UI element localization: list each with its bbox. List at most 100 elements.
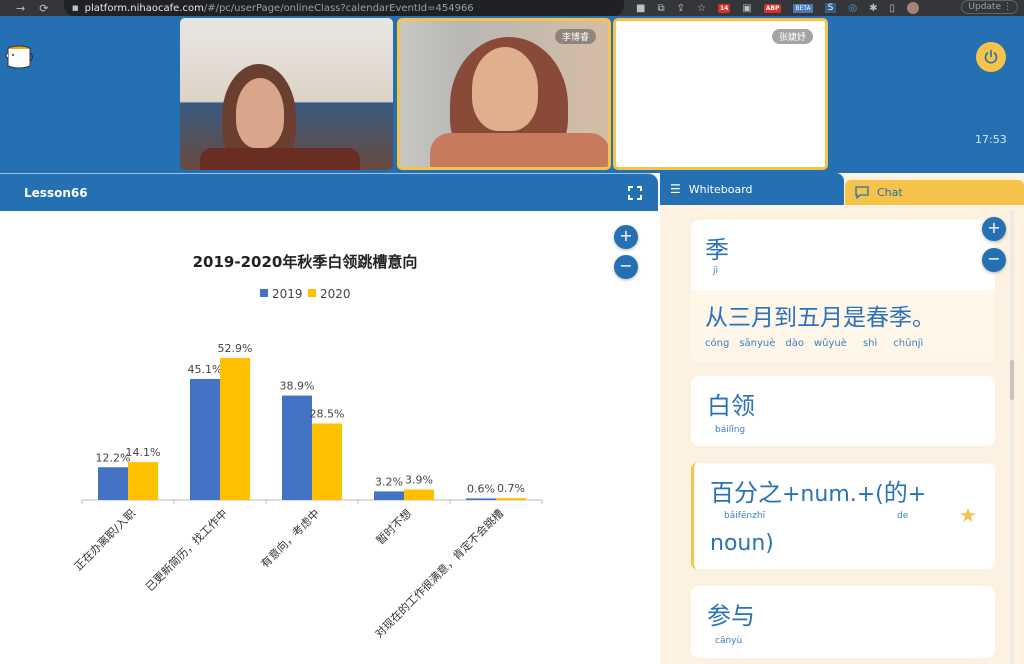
example-pinyin: sānyuè [739,338,776,349]
s-ext-icon[interactable]: S [824,3,837,13]
bar-2020 [128,462,158,500]
example-pinyin-row: cóng sānyuè dào wǔyuè shì chūnjì [705,338,923,349]
vocab-card[interactable]: 季 jì 从三月到五月是春季。 cóng sānyuè dào wǔyuè sh… [691,220,995,362]
puzzle-icon[interactable]: ✱ [869,3,877,14]
video-shoulders [430,133,608,167]
browser-toolbar: → ⟳ ■ platform.nihaocafe.com /#/pc/userP… [0,0,1024,16]
leave-class-button[interactable] [976,42,1006,72]
whiteboard-scrollbar[interactable] [1010,210,1014,664]
class-clock: 17:53 [975,133,1007,146]
grammar-pinyin: bǎifēnzhī [724,511,766,521]
bar-2020 [404,489,434,500]
slide-zoom-in-button[interactable]: + [614,225,638,249]
tab-chat[interactable]: Chat [845,180,1024,205]
translate-icon[interactable]: ⧉ [657,3,664,14]
vocab-word: 白领 [707,392,755,420]
x-tick-label: 暂时不想 [373,506,414,547]
data-label: 3.9% [405,474,433,487]
x-tick-label: 有意向，考虑中 [258,506,322,570]
fullscreen-icon[interactable] [628,186,642,200]
lesson-title: Lesson66 [24,186,88,200]
adblock-ext-icon[interactable]: ABP [763,3,782,13]
update-label: Update [968,2,1001,12]
menu-icon[interactable]: ⋮ [1003,1,1012,13]
address-bar[interactable]: ■ platform.nihaocafe.com /#/pc/userPage/… [64,0,624,16]
tab-whiteboard-label: Whiteboard [688,182,753,196]
whiteboard-panel: ☰ Whiteboard Chat 季 jì 从三月到五月是春季。 cóng s… [660,173,1024,664]
bar-2019 [98,467,128,500]
forward-icon[interactable]: → [16,2,25,15]
scrollbar-thumb[interactable] [1010,360,1014,400]
example-pinyin: shì [862,338,878,349]
profile-avatar[interactable] [906,2,919,14]
grammar-pinyin: de [897,511,909,521]
bar-2020 [312,423,342,500]
grammar-word: +num.+( [782,482,884,507]
slide-zoom-out-button[interactable]: − [614,255,638,279]
data-label: 52.9% [218,342,253,355]
star-icon[interactable]: ★ [959,503,977,527]
data-label: 3.2% [375,475,403,488]
classroom-topbar: 李博睿 张婕妤 17:53 [0,16,1024,173]
grammar-card[interactable]: 百分之+num.+(的+ bǎifēnzhī de noun) ★ [691,463,995,569]
star-icon[interactable]: ☆ [697,3,706,14]
chart-title: 2019-2020年秋季白领跳槽意向 [193,253,418,271]
grammar-word: 的 [883,479,908,507]
example-sentence: 从三月到五月是春季。 [705,305,935,331]
participant-name-tag: 李博睿 [554,29,596,44]
vocab-card[interactable]: 参与 cānyù [691,586,995,658]
vocab-word: 参与 [707,602,755,630]
video-face [236,78,284,148]
nihaocafe-logo-icon [5,45,34,69]
grammar-word: noun) [710,531,774,556]
x-tick-label: 正在办离职/入职 [71,506,138,573]
tab-whiteboard[interactable]: ☰ Whiteboard [660,173,844,205]
lesson-header: Lesson66 [0,173,658,211]
share-icon[interactable]: ⇪ [677,3,685,14]
video-tile-student[interactable] [180,18,393,170]
data-label: 0.6% [467,482,495,495]
lock-icon: ■ [72,4,79,12]
grammar-word: 百分之 [710,479,782,507]
vocab-card[interactable]: 白领 báilǐng [691,376,995,446]
vocab-pinyin: báilǐng [715,425,746,435]
participant-name-tag: 张婕妤 [771,29,813,44]
bar-2019 [374,491,404,500]
bar-2019 [190,378,220,500]
example-pinyin: dào [785,338,804,349]
url-path: /#/pc/userPage/onlineClass?calendarEvent… [203,2,474,14]
data-label: 28.5% [310,407,345,420]
grammar-pattern: 百分之+num.+(的+ [710,473,926,508]
example-pinyin: cóng [705,338,730,349]
grid-ext-icon[interactable]: ▣ [742,3,751,14]
power-icon [984,49,998,64]
vocab-pinyin: cānyù [715,636,743,646]
video-tile-empty[interactable]: 张婕妤 [613,18,828,170]
video-shoulders [200,148,360,170]
data-label: 38.9% [280,380,315,393]
whiteboard-zoom-in-button[interactable]: + [982,217,1006,241]
data-label: 14.1% [126,446,161,459]
grammar-word: + [907,482,927,507]
video-face [472,47,538,131]
hamburger-icon: ☰ [670,182,681,196]
example-pinyin: chūnjì [893,338,924,349]
update-button[interactable]: Update ⋮ [961,0,1018,14]
url-host: platform.nihaocafe.com [84,2,204,14]
sidepanel-icon[interactable]: ▯ [889,3,895,14]
vocab-pinyin: jì [713,266,719,276]
beta-ext-icon[interactable]: BETA [793,3,813,13]
bar-2019 [466,498,496,500]
extensions-bar: ■ ⧉ ⇪ ☆ 14 ▣ ABP BETA S ◎ ✱ ▯ [636,0,919,16]
camera-icon[interactable]: ■ [636,3,645,14]
ring-ext-icon[interactable]: ◎ [848,3,857,14]
legend-swatch [260,289,268,297]
data-label: 45.1% [188,363,223,376]
whiteboard-zoom-out-button[interactable]: − [982,248,1006,272]
video-tile-teacher[interactable]: 李博睿 [397,18,611,170]
legend-label: 2019 [272,287,303,301]
example-sentence-box: 从三月到五月是春季。 cóng sānyuè dào wǔyuè shì chū… [691,290,995,362]
calendar-ext-icon[interactable]: 14 [717,3,731,13]
bar-2020 [496,498,526,500]
reload-icon[interactable]: ⟳ [39,2,48,15]
